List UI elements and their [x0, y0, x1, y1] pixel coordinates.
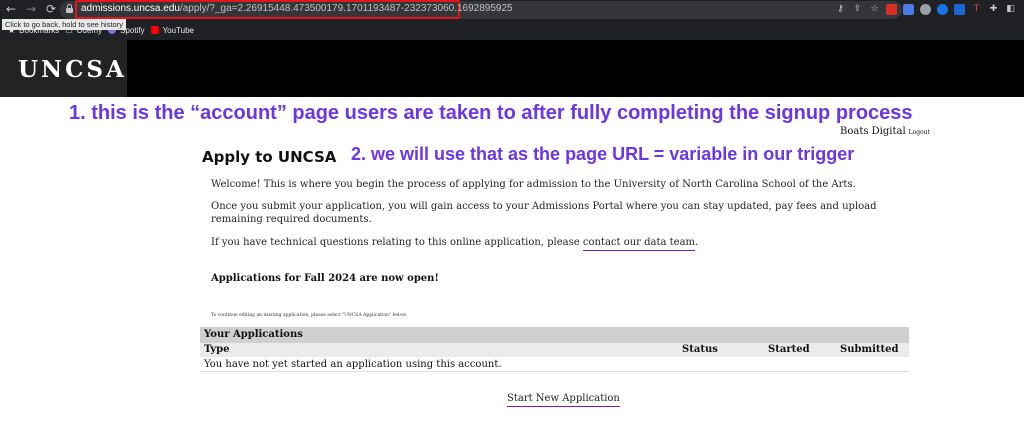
site-header: UNCSA: [0, 40, 1024, 97]
empty-message: You have not yet started an application …: [204, 359, 502, 370]
extension-globe-icon[interactable]: [937, 4, 948, 15]
bookmark-label: YouTube: [162, 25, 194, 35]
url-host: admissions.uncsa.edu: [81, 3, 180, 14]
user-menu: Boats Digital Logout: [840, 126, 930, 137]
extension-icons: ⚷ ⇪ ☆ T ✚ ◧: [835, 2, 1016, 17]
column-submitted: Submitted: [840, 344, 899, 355]
youtube-icon: [150, 26, 159, 34]
extension-gray-icon[interactable]: [920, 4, 931, 15]
extension-tag-icon[interactable]: T: [971, 4, 982, 15]
site-logo: UNCSA: [18, 56, 127, 83]
star-icon[interactable]: ☆: [869, 4, 880, 15]
column-started: Started: [768, 344, 810, 355]
tech-support-text: If you have technical questions relating…: [211, 236, 891, 251]
browser-toolbar: ← → ⟳ admissions.uncsa.edu/apply/?_ga=2.…: [0, 0, 1024, 40]
share-icon[interactable]: ⇪: [852, 4, 863, 15]
reload-icon[interactable]: ⟳: [44, 2, 58, 16]
annotation-step-2: 2. we will use that as the page URL = va…: [351, 144, 855, 164]
column-status: Status: [682, 344, 718, 355]
submit-info-text: Once you submit your application, you wi…: [211, 201, 877, 225]
sidebar-icon[interactable]: ◧: [1005, 4, 1016, 15]
applications-heading: Your Applications: [200, 327, 909, 343]
tech-support-suffix: .: [695, 237, 699, 248]
url-text[interactable]: admissions.uncsa.edu/apply/?_ga=2.269154…: [81, 3, 513, 14]
annotation-step-1: 1. this is the “account” page users are …: [69, 102, 913, 124]
extension-blue-icon[interactable]: [903, 4, 914, 15]
puzzle-icon[interactable]: ✚: [988, 4, 999, 15]
forward-arrow-icon[interactable]: →: [24, 2, 38, 16]
table-row: You have not yet started an application …: [200, 357, 909, 372]
tech-support-prefix: If you have technical questions relating…: [211, 237, 583, 248]
url-path: /apply/?_ga=2.26915448.473500179.1701193…: [179, 3, 513, 14]
user-name: Boats Digital: [840, 126, 906, 137]
bookmark-item[interactable]: YouTube: [150, 25, 194, 35]
back-button-tooltip: Click to go back, hold to see history: [2, 19, 126, 30]
column-type: Type: [204, 344, 230, 355]
applications-table: Your Applications Type Status Started Su…: [200, 327, 909, 372]
logo-container[interactable]: UNCSA: [0, 40, 127, 97]
contact-data-team-link[interactable]: contact our data team: [582, 237, 696, 251]
welcome-text: Welcome! This is where you begin the pro…: [211, 179, 856, 190]
start-new-application-link[interactable]: Start New Application: [507, 393, 620, 407]
back-arrow-icon[interactable]: ←: [4, 2, 18, 16]
lock-icon[interactable]: [66, 4, 73, 13]
extension-red-icon[interactable]: [886, 4, 897, 15]
continue-note: To continue editing an existing applicat…: [211, 313, 407, 318]
extension-diamond-icon[interactable]: [954, 4, 965, 15]
fall-notice: Applications for Fall 2024 are now open!: [211, 273, 439, 284]
key-icon[interactable]: ⚷: [835, 4, 846, 15]
table-header-row: Type Status Started Submitted: [200, 343, 909, 357]
logout-link[interactable]: Logout: [909, 129, 930, 136]
page-title: Apply to UNCSA: [202, 148, 337, 166]
